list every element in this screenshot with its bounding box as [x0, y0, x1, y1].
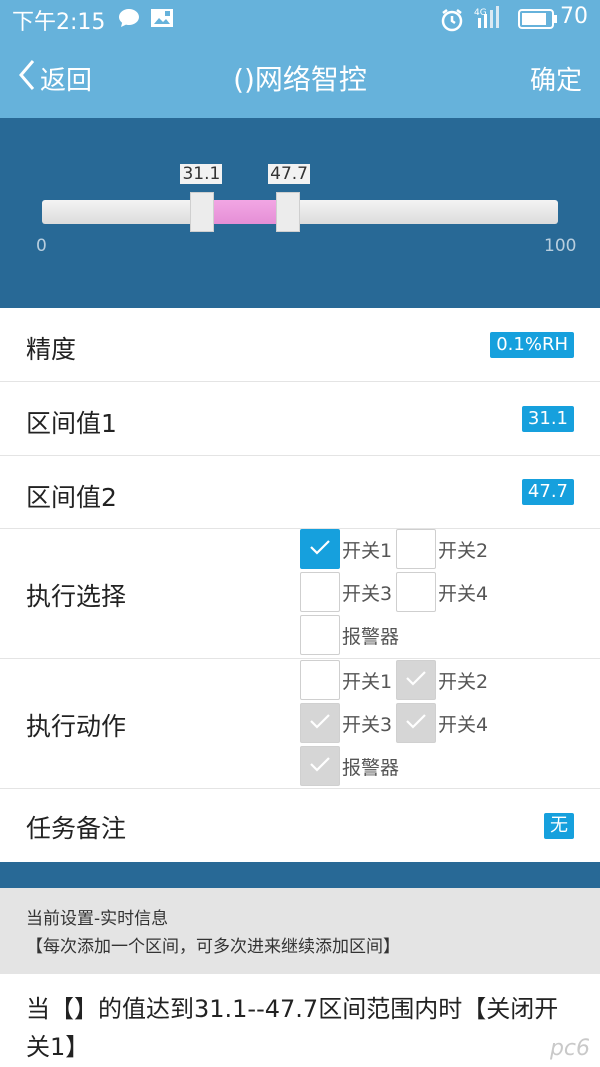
checkbox[interactable]: [396, 529, 436, 569]
slider-thumb-high[interactable]: [276, 192, 301, 232]
check-icon: [405, 713, 427, 733]
exec-select-switch1[interactable]: 开关1: [300, 529, 392, 569]
checkbox-checked[interactable]: [300, 529, 340, 569]
exec-action-switch3[interactable]: 开关3: [300, 703, 392, 743]
info-box: 当前设置-实时信息 【每次添加一个区间，可多次进来继续添加区间】: [0, 888, 600, 974]
exec-action-switch1-label: 开关1: [342, 670, 393, 693]
interval2-value[interactable]: 47.7: [521, 479, 574, 505]
exec-action-switch2[interactable]: 开关2: [396, 660, 488, 700]
battery-level: 70: [560, 4, 588, 29]
checkbox-disabled[interactable]: [300, 703, 340, 743]
slider-range-fill: [214, 200, 277, 224]
alarm-icon: [440, 8, 464, 36]
checkbox[interactable]: [300, 572, 340, 612]
image-notification-icon: [150, 8, 174, 32]
task-note-label: 任务备注: [26, 814, 127, 843]
slider-max-label: 100: [544, 236, 577, 256]
exec-select-switch4[interactable]: 开关4: [396, 572, 488, 612]
title-bar: 返回 ()网络智控 确定: [0, 38, 600, 118]
exec-action-label: 执行动作: [26, 712, 127, 741]
range-slider-panel: 31.1 47.7 0 100: [0, 118, 600, 308]
checkbox[interactable]: [300, 615, 340, 655]
confirm-button[interactable]: 确定: [530, 60, 582, 97]
exec-select-switch1-label: 开关1: [342, 539, 393, 562]
exec-select-switch2[interactable]: 开关2: [396, 529, 488, 569]
precision-row: 精度 0.1%RH: [0, 308, 600, 382]
exec-action-switch2-label: 开关2: [438, 670, 489, 693]
divider-band: [0, 862, 600, 888]
check-icon: [309, 756, 331, 776]
status-time: 下午2:15: [12, 10, 106, 35]
task-note-row: 任务备注 无: [0, 789, 600, 862]
info-title: 当前设置-实时信息: [26, 909, 169, 929]
precision-label: 精度: [26, 335, 77, 364]
signal-icon: 4G: [474, 6, 508, 34]
checkbox-disabled[interactable]: [300, 746, 340, 786]
exec-action-alarm-label: 报警器: [342, 756, 400, 779]
exec-action-switch4-label: 开关4: [438, 713, 489, 736]
interval2-row: 区间值2 47.7: [0, 456, 600, 529]
exec-select-row: 执行选择 开关1 开关2 开关3 开关4 报警器: [0, 529, 600, 659]
page-title: ()网络智控: [233, 63, 367, 96]
slider-min-label: 0: [36, 236, 47, 256]
exec-select-switch4-label: 开关4: [438, 582, 489, 605]
battery-icon: [518, 9, 558, 33]
checkbox-disabled[interactable]: [396, 703, 436, 743]
interval1-label: 区间值1: [26, 409, 117, 438]
check-icon: [405, 670, 427, 690]
checkbox[interactable]: [396, 572, 436, 612]
interval1-value[interactable]: 31.1: [521, 406, 574, 432]
interval2-label: 区间值2: [26, 483, 117, 512]
exec-action-switch1[interactable]: 开关1: [300, 660, 392, 700]
exec-select-alarm-label: 报警器: [342, 625, 400, 648]
slider-low-label: 31.1: [180, 164, 223, 184]
interval1-row: 区间值1 31.1: [0, 382, 600, 456]
checkbox-disabled[interactable]: [396, 660, 436, 700]
precision-value[interactable]: 0.1%RH: [490, 332, 574, 358]
status-bar: 下午2:15 4G 70: [0, 0, 600, 38]
task-note-value[interactable]: 无: [544, 813, 574, 839]
checkbox[interactable]: [300, 660, 340, 700]
exec-action-switch4[interactable]: 开关4: [396, 703, 488, 743]
exec-select-label: 执行选择: [26, 582, 127, 611]
exec-action-switch3-label: 开关3: [342, 713, 393, 736]
chat-icon: [118, 8, 140, 32]
slider-high-label: 47.7: [268, 164, 310, 184]
info-subtitle: 【每次添加一个区间，可多次进来继续添加区间】: [26, 937, 400, 957]
exec-select-alarm[interactable]: 报警器: [300, 615, 399, 655]
exec-select-switch3-label: 开关3: [342, 582, 393, 605]
rule-summary: 当【】的值达到31.1--47.7区间范围内时【关闭开关1】: [26, 995, 559, 1061]
watermark: pc6: [549, 1036, 590, 1061]
exec-action-row: 执行动作 开关1 开关2 开关3 开关4 报警器: [0, 659, 600, 789]
check-icon: [309, 713, 331, 733]
slider-thumb-low[interactable]: [190, 192, 215, 232]
exec-select-switch2-label: 开关2: [438, 539, 489, 562]
exec-select-switch3[interactable]: 开关3: [300, 572, 392, 612]
check-icon: [309, 539, 331, 559]
exec-action-alarm[interactable]: 报警器: [300, 746, 399, 786]
